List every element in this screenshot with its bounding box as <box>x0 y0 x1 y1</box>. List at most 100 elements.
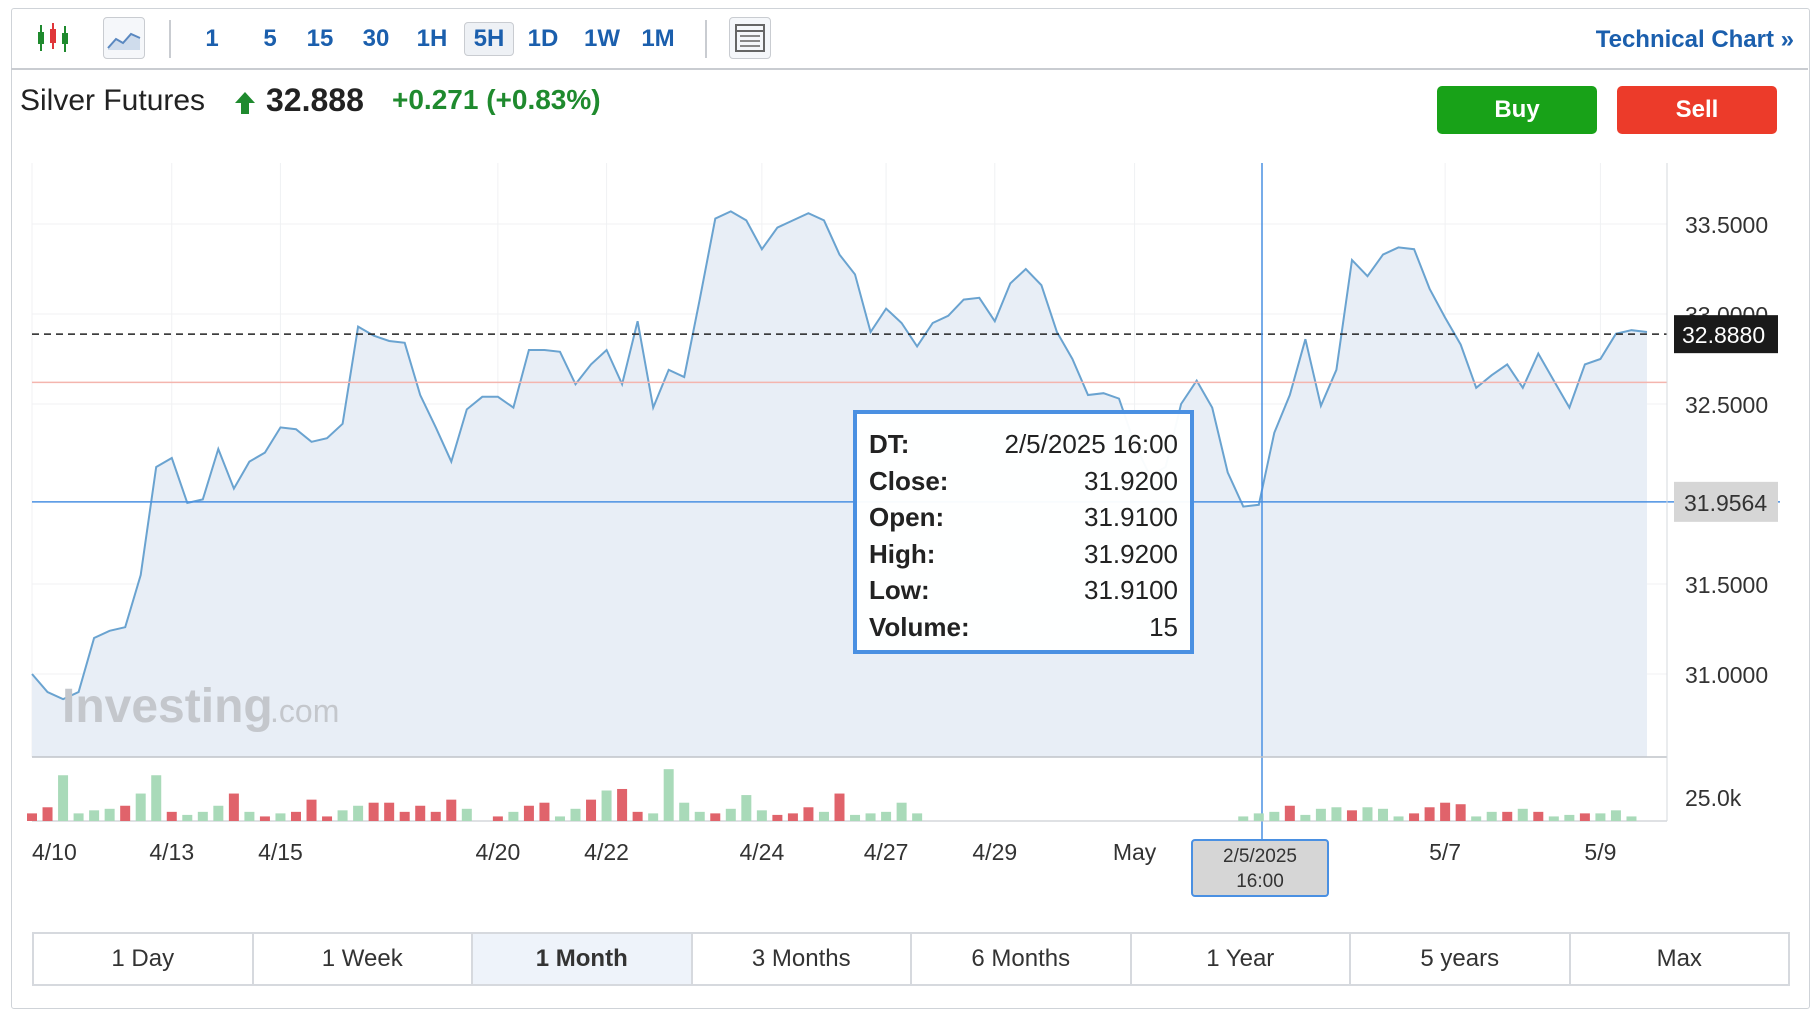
volume-bar <box>772 814 783 821</box>
tooltip-key: Volume: <box>869 611 970 642</box>
volume-bar <box>197 811 208 821</box>
volume-bar <box>1595 813 1606 821</box>
tooltip-value: 15 <box>1149 611 1178 642</box>
x-tick-label: 4/15 <box>258 839 303 865</box>
volume-bar <box>182 814 193 821</box>
tooltip-row: DT: 2/5/2025 16:00 <box>869 426 1178 463</box>
volume-bar <box>120 805 131 821</box>
x-tick-label: 4/10 <box>32 839 77 865</box>
volume-bar <box>399 811 410 821</box>
volume-bar <box>632 811 643 821</box>
volume-bar <box>896 802 907 821</box>
tooltip-key: Low: <box>869 575 930 605</box>
volume-bar <box>865 813 876 821</box>
range-1-year[interactable]: 1 Year <box>1132 934 1351 984</box>
tooltip-value: 31.9200 <box>1084 538 1178 569</box>
volume-bar <box>694 811 705 821</box>
y-tick-label: 31.0000 <box>1685 662 1768 688</box>
tooltip-key: Open: <box>869 502 945 532</box>
tooltip-value: 2/5/2025 16:00 <box>1004 429 1179 459</box>
tooltip-row: Low: 31.9100 <box>869 572 1178 609</box>
volume-bar <box>430 811 441 821</box>
volume-bar <box>586 799 597 821</box>
volume-bar <box>912 813 923 821</box>
volume-bar <box>492 816 503 821</box>
y-tick-label: 32.5000 <box>1685 392 1768 418</box>
volume-bar <box>1610 810 1621 821</box>
volume-bar <box>73 813 84 821</box>
volume-bar <box>1471 816 1482 821</box>
x-tick-label: 5/9 <box>1584 839 1616 865</box>
volume-bar <box>1378 808 1389 821</box>
volume-bar <box>1300 814 1311 821</box>
volume-bar <box>554 816 565 821</box>
volume-bar <box>306 799 317 821</box>
volume-bar <box>213 805 224 821</box>
tooltip-value: 31.9100 <box>1084 502 1178 532</box>
volume-bar <box>415 805 426 821</box>
volume-bar <box>725 808 736 821</box>
volume-bar <box>617 788 628 821</box>
volume-bar <box>89 810 100 821</box>
volume-bar <box>275 813 286 821</box>
tooltip-key: High: <box>869 538 936 569</box>
volume-bar <box>1269 811 1280 821</box>
x-tick-label: 4/27 <box>864 839 909 865</box>
volume-bar <box>27 813 37 821</box>
volume-bar <box>1548 816 1559 821</box>
y-tick-label: 31.5000 <box>1685 572 1768 598</box>
volume-bar <box>1564 814 1575 821</box>
volume-bar <box>1346 810 1357 821</box>
range-max[interactable]: Max <box>1571 934 1789 984</box>
volume-bar <box>601 790 612 821</box>
volume-bar <box>803 807 814 821</box>
x-tick-label: 4/13 <box>149 839 194 865</box>
range-3-months[interactable]: 3 Months <box>693 934 912 984</box>
volume-bar <box>58 775 69 821</box>
volume-bar <box>1579 813 1590 821</box>
crosshair-time: 16:00 <box>1236 871 1284 892</box>
range-selector: 1 Day 1 Week 1 Month 3 Months 6 Months 1 Year… <box>32 932 1790 986</box>
range-1-month[interactable]: 1 Month <box>473 934 693 984</box>
tooltip-key: Close: <box>869 465 949 496</box>
watermark-logo: Investing <box>62 680 273 733</box>
volume-bar <box>881 811 892 821</box>
range-6-months[interactable]: 6 Months <box>912 934 1132 984</box>
crosshair-date-label: 2/5/2025 16:00 <box>1191 839 1329 897</box>
volume-bar <box>384 802 395 821</box>
y-tick-label: 33.5000 <box>1685 212 1768 238</box>
volume-bar <box>1440 802 1451 821</box>
volume-bar <box>1253 813 1264 821</box>
range-5-years[interactable]: 5 years <box>1351 934 1571 984</box>
x-tick-label: 4/22 <box>584 839 629 865</box>
volume-bar <box>228 793 239 821</box>
volume-bar <box>446 799 457 821</box>
volume-bar <box>648 813 659 821</box>
range-1-day[interactable]: 1 Day <box>34 934 254 984</box>
tooltip-key: DT: <box>869 429 910 459</box>
volume-bar <box>679 802 690 821</box>
volume-bar <box>42 807 53 821</box>
range-1-week[interactable]: 1 Week <box>254 934 473 984</box>
volume-bar <box>663 769 674 821</box>
volume-bar <box>1393 816 1404 821</box>
volume-bar <box>741 795 752 821</box>
volume-bar <box>508 811 519 821</box>
volume-bar <box>1238 816 1249 821</box>
volume-bar <box>570 808 581 821</box>
price-area <box>32 211 1647 757</box>
tooltip-value: 31.9200 <box>1084 465 1178 496</box>
volume-bar <box>834 793 845 821</box>
volume-bar <box>1284 805 1295 821</box>
volume-bar <box>1455 804 1466 821</box>
volume-bar <box>1486 811 1497 821</box>
volume-axis-label: 25.0k <box>1685 785 1742 811</box>
volume-bar <box>1409 813 1420 821</box>
crosshair-date: 2/5/2025 <box>1223 846 1297 867</box>
volume-bar <box>523 805 534 821</box>
volume-bar <box>290 811 301 821</box>
volume-bar <box>539 802 550 821</box>
x-tick-label: 5/7 <box>1429 839 1461 865</box>
volume-bar <box>818 811 829 821</box>
data-tooltip: DT: 2/5/2025 16:00 Close: 31.9200 Open: 31.91… <box>853 410 1194 654</box>
